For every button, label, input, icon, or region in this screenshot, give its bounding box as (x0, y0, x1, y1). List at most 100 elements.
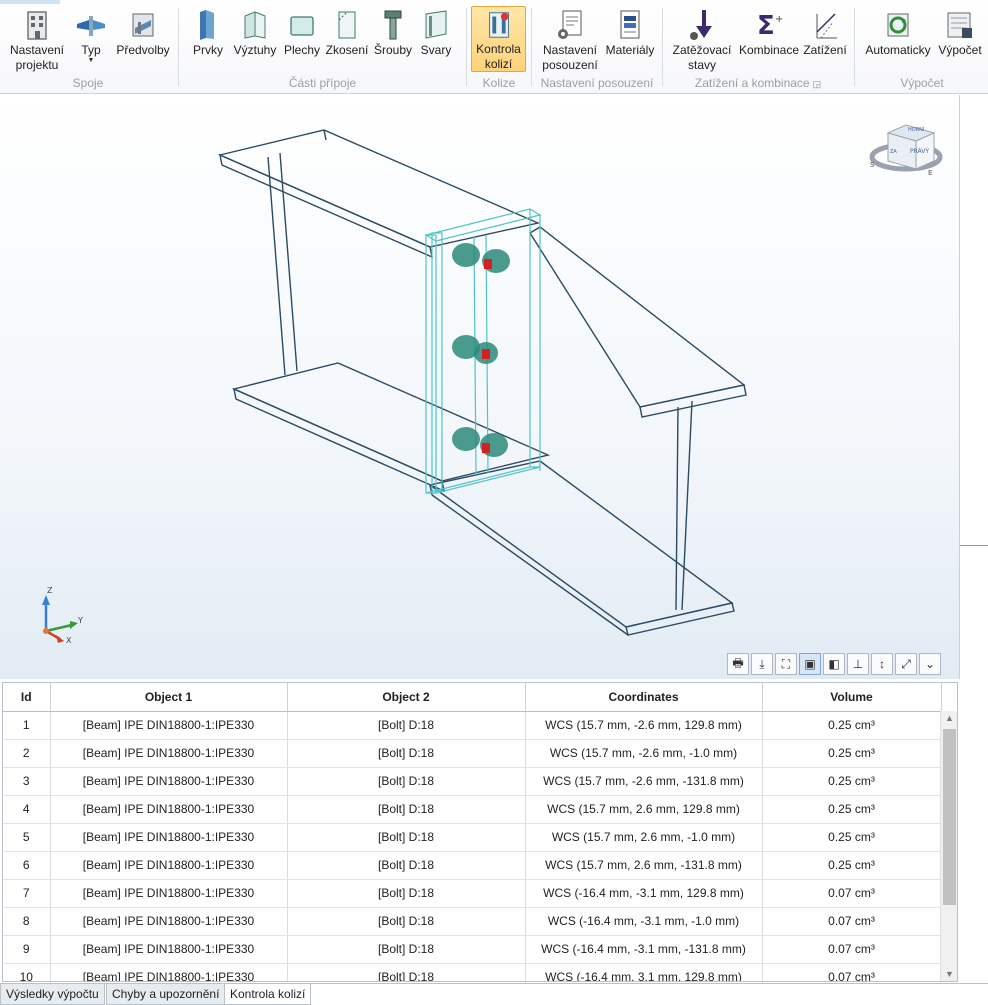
kontrola-kolizi-button[interactable]: Kontrola kolizí (471, 6, 526, 72)
ribbon: Nastavení projektu Typ ▼ Předvolby Spoje (0, 0, 988, 94)
scroll-up-icon[interactable]: ▲ (941, 713, 957, 723)
materials-icon (620, 10, 640, 39)
collapse-icon[interactable]: ⌄ (919, 653, 941, 675)
nastaveni-projektu-button[interactable]: Nastavení projektu (6, 6, 68, 72)
cell-volume: 0.07 cm³ (762, 935, 942, 964)
calculate-icon (947, 12, 972, 38)
table-row[interactable]: 6 [Beam] IPE DIN18800-1:IPE330 [Bolt] D:18… (3, 851, 942, 880)
table-row[interactable]: 4 [Beam] IPE DIN18800-1:IPE330 [Bolt] D:18… (3, 795, 942, 824)
column-header-volume[interactable]: Volume (762, 683, 942, 712)
bolt-group-bottom (452, 427, 508, 457)
group-label-kolize: Kolize (482, 76, 516, 90)
scroll-down-icon[interactable]: ▼ (941, 969, 957, 979)
group-casti-pripoje: Prvky Výztuhy Plechy Zkosení Šrouby Svar… (180, 0, 465, 94)
members-icon (200, 10, 214, 40)
table-row[interactable]: 3 [Beam] IPE DIN18800-1:IPE330 [Bolt] D:18… (3, 767, 942, 796)
tab-chyby-a-upozorneni[interactable]: Chyby a upozornění (106, 984, 226, 1005)
view-cube[interactable]: HORNÍ ZA PRAVÝ S E (869, 124, 943, 177)
splitter-mark (960, 545, 988, 546)
cell-object1: [Beam] IPE DIN18800-1:IPE330 (50, 795, 288, 824)
connection-model[interactable]: HORNÍ ZA PRAVÝ S E Z Y X (0, 95, 960, 679)
column-header-object1[interactable]: Object 1 (50, 683, 288, 712)
table-row[interactable]: 7 [Beam] IPE DIN18800-1:IPE330 [Bolt] D:18… (3, 879, 942, 908)
prvky-button[interactable]: Prvky (188, 6, 228, 72)
table-row[interactable]: 2 [Beam] IPE DIN18800-1:IPE330 [Bolt] D:18… (3, 739, 942, 768)
beam-wireframe (217, 129, 747, 636)
table-row[interactable]: 8 [Beam] IPE DIN18800-1:IPE330 [Bolt] D:18… (3, 907, 942, 936)
plechy-button[interactable]: Plechy (282, 6, 322, 72)
zkoseni-button[interactable]: Zkosení (324, 6, 370, 72)
cell-object2: [Bolt] D:18 (287, 823, 526, 852)
3d-viewport[interactable]: HORNÍ ZA PRAVÝ S E Z Y X 🖶 ⤓ ⛶ ▣ ◧ ⊥ ↕ ⤢… (0, 95, 960, 679)
collision-marker (484, 259, 492, 269)
dimension-icon[interactable]: ↕ (871, 653, 893, 675)
tab-vysledky-vypoctu[interactable]: Výsledky výpočtu (0, 984, 105, 1005)
column-header-id[interactable]: Id (3, 683, 51, 712)
srouby-button[interactable]: Šrouby (372, 6, 414, 72)
cell-volume: 0.07 cm³ (762, 879, 942, 908)
table-scrollbar[interactable]: ▲ ▼ (940, 711, 957, 981)
axes-icon[interactable]: ⊥ (847, 653, 869, 675)
bolt-group-top (452, 243, 510, 273)
scrollbar-thumb[interactable] (943, 729, 956, 905)
cell-object2: [Bolt] D:18 (287, 767, 526, 796)
typ-button[interactable]: Typ ▼ (74, 6, 108, 72)
group-label-zatizeni-a-kombinace: Zatížení a kombinace ◲ (664, 76, 852, 90)
automaticky-button[interactable]: Automaticky (862, 6, 934, 72)
predvolby-button[interactable]: Předvolby (114, 6, 172, 72)
cell-object1: [Beam] IPE DIN18800-1:IPE330 (50, 935, 288, 964)
svary-button[interactable]: Svary (418, 6, 454, 72)
dialog-launcher-icon[interactable]: ◲ (813, 79, 822, 89)
cell-coordinates: WCS (15.7 mm, -2.6 mm, -1.0 mm) (525, 739, 763, 768)
cell-object2: [Bolt] D:18 (287, 935, 526, 964)
cell-volume: 0.07 cm³ (762, 907, 942, 936)
cell-id: 1 (3, 711, 51, 740)
table-header-row: Id Object 1 Object 2 Coordinates Volume (3, 683, 942, 712)
tab-kontrola-kolizi[interactable]: Kontrola kolizí (224, 984, 312, 1005)
axis-z-label: Z (47, 586, 53, 595)
view-toolbar: 🖶 ⤓ ⛶ ▣ ◧ ⊥ ↕ ⤢ ⌄ (727, 653, 941, 677)
cell-object2: [Bolt] D:18 (287, 907, 526, 936)
nastaveni-projektu-label-1: Nastavení (9, 43, 65, 57)
kombinace-button[interactable]: Σ + Kombinace (738, 6, 800, 72)
cell-volume: 0.25 cm³ (762, 851, 942, 880)
wireframe-view-icon[interactable]: ▣ (799, 653, 821, 675)
vyztuhy-button[interactable]: Výztuhy (232, 6, 278, 72)
nastaveni-posouzeni-button[interactable]: Nastavení posouzení (539, 6, 601, 72)
vypocet-button[interactable]: Výpočet (936, 6, 984, 72)
group-divider (178, 8, 179, 86)
collision-check-icon (488, 12, 509, 38)
bolt-icon (384, 10, 402, 40)
materialy-label: Materiály (605, 43, 655, 57)
cell-coordinates: WCS (-16.4 mm, -3.1 mm, 129.8 mm) (525, 879, 763, 908)
group-label-zatizeni-text: Zatížení a kombinace (694, 76, 810, 90)
zoom-window-icon[interactable]: ⤢ (895, 653, 917, 675)
table-row[interactable]: 5 [Beam] IPE DIN18800-1:IPE330 [Bolt] D:18… (3, 823, 942, 852)
group-zatizeni-a-kombinace: Zatěžovací stavy Σ + Kombinace Zatížení … (664, 0, 852, 94)
cube-right-label: PRAVÝ (910, 148, 929, 155)
cell-coordinates: WCS (15.7 mm, -2.6 mm, 129.8 mm) (525, 711, 763, 740)
zoom-extents-icon[interactable]: ⛶ (775, 653, 797, 675)
materialy-button[interactable]: Materiály (603, 6, 657, 72)
auto-calc-icon (887, 13, 909, 37)
zatezovaci-stavy-button[interactable]: Zatěžovací stavy (670, 6, 734, 72)
cell-object1: [Beam] IPE DIN18800-1:IPE330 (50, 963, 288, 981)
kombinace-label: Kombinace (738, 43, 800, 57)
zatezovaci-stavy-label-2: stavy (687, 58, 716, 72)
cell-volume: 0.25 cm³ (762, 739, 942, 768)
cell-volume: 0.25 cm³ (762, 711, 942, 740)
kontrola-kolizi-label-1: Kontrola (476, 42, 521, 56)
table-row[interactable]: 10 [Beam] IPE DIN18800-1:IPE330 [Bolt] D:1… (3, 963, 942, 981)
download-icon[interactable]: ⤓ (751, 653, 773, 675)
table-row[interactable]: 9 [Beam] IPE DIN18800-1:IPE330 [Bolt] D:18… (3, 935, 942, 964)
print-icon[interactable]: 🖶 (727, 653, 749, 675)
solid-view-icon[interactable]: ◧ (823, 653, 845, 675)
cell-object1: [Beam] IPE DIN18800-1:IPE330 (50, 851, 288, 880)
cell-coordinates: WCS (-16.4 mm, -3.1 mm, -1.0 mm) (525, 907, 763, 936)
srouby-label: Šrouby (373, 43, 413, 57)
table-row[interactable]: 1 [Beam] IPE DIN18800-1:IPE330 [Bolt] D:18… (3, 711, 942, 740)
svg-text:+: + (775, 14, 783, 25)
column-header-object2[interactable]: Object 2 (287, 683, 526, 712)
column-header-coordinates[interactable]: Coordinates (525, 683, 763, 712)
zatizeni-button[interactable]: Zatížení (802, 6, 848, 72)
